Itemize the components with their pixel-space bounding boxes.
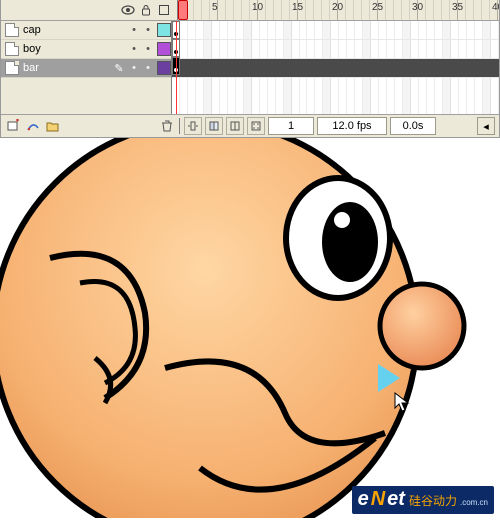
timeline-panel: 1 5 10 15 20 25 30 35 40 (0, 0, 500, 138)
playhead-line (176, 21, 177, 78)
selection-handle[interactable] (378, 364, 400, 392)
playhead[interactable] (178, 0, 188, 20)
layer-icon (5, 23, 19, 37)
onion-outlines-icon[interactable] (226, 117, 244, 135)
pencil-icon: ✎ (113, 62, 125, 75)
lock-icon[interactable] (139, 3, 153, 17)
layer-row-cap[interactable]: cap • • (1, 21, 171, 40)
wm-sub: .com.cn (460, 498, 488, 507)
timeline-footer: 1 12.0 fps 0.0s ◂ (1, 115, 499, 137)
visibility-dot[interactable]: • (129, 62, 139, 74)
wm-cn: 硅谷动力 (409, 492, 457, 509)
current-frame: 1 (268, 117, 314, 135)
playhead-line (176, 78, 177, 114)
center-frame-icon[interactable] (184, 117, 202, 135)
color-swatch[interactable] (157, 23, 171, 37)
layer-list: cap • • boy • • bar ✎ • • (1, 21, 172, 78)
layer-header-controls (1, 0, 178, 20)
frame-rate: 12.0 fps (317, 117, 387, 135)
layers-area: cap • • boy • • bar ✎ • • (1, 21, 499, 78)
frame-row[interactable] (172, 21, 499, 40)
artwork-popeye (0, 138, 500, 518)
timeline-header: 1 5 10 15 20 25 30 35 40 (1, 0, 499, 21)
watermark: eNet 硅谷动力.com.cn (352, 486, 494, 514)
layer-name: cap (23, 24, 109, 36)
layer-row-bar[interactable]: bar ✎ • • (1, 59, 171, 78)
lock-dot[interactable]: • (143, 24, 153, 36)
layer-icon (5, 42, 19, 56)
frames-area[interactable] (172, 21, 499, 78)
elapsed-time: 0.0s (390, 117, 436, 135)
add-guide-icon[interactable] (25, 118, 41, 134)
ruler-tick: 40 (492, 2, 499, 13)
layers-empty-area (1, 78, 499, 115)
layer-name: bar (23, 62, 109, 74)
layer-icon (5, 61, 19, 75)
timeline-ruler[interactable]: 1 5 10 15 20 25 30 35 40 (178, 0, 499, 20)
stage-canvas[interactable]: eNet 硅谷动力.com.cn (0, 138, 500, 518)
layer-row-boy[interactable]: boy • • (1, 40, 171, 59)
eye-icon[interactable] (121, 3, 135, 17)
onion-skin-icon[interactable] (205, 117, 223, 135)
insert-layer-icon[interactable] (5, 118, 21, 134)
color-swatch[interactable] (157, 42, 171, 56)
frame-row[interactable] (172, 40, 499, 59)
layer-name: boy (23, 43, 109, 55)
wm-n: N (371, 488, 385, 511)
visibility-dot[interactable]: • (129, 24, 139, 36)
trash-icon[interactable] (159, 118, 175, 134)
wm-e: e (358, 488, 369, 511)
outline-icon[interactable] (157, 3, 171, 17)
frame-row[interactable] (172, 59, 499, 78)
visibility-dot[interactable]: • (129, 43, 139, 55)
color-swatch[interactable] (157, 61, 171, 75)
lock-dot[interactable]: • (143, 43, 153, 55)
edit-multi-icon[interactable] (247, 117, 265, 135)
wm-et: et (387, 488, 405, 511)
lock-dot[interactable]: • (143, 62, 153, 74)
scroll-left-icon[interactable]: ◂ (477, 117, 495, 135)
ruler-tick: 5 (212, 2, 218, 13)
add-folder-icon[interactable] (45, 118, 61, 134)
